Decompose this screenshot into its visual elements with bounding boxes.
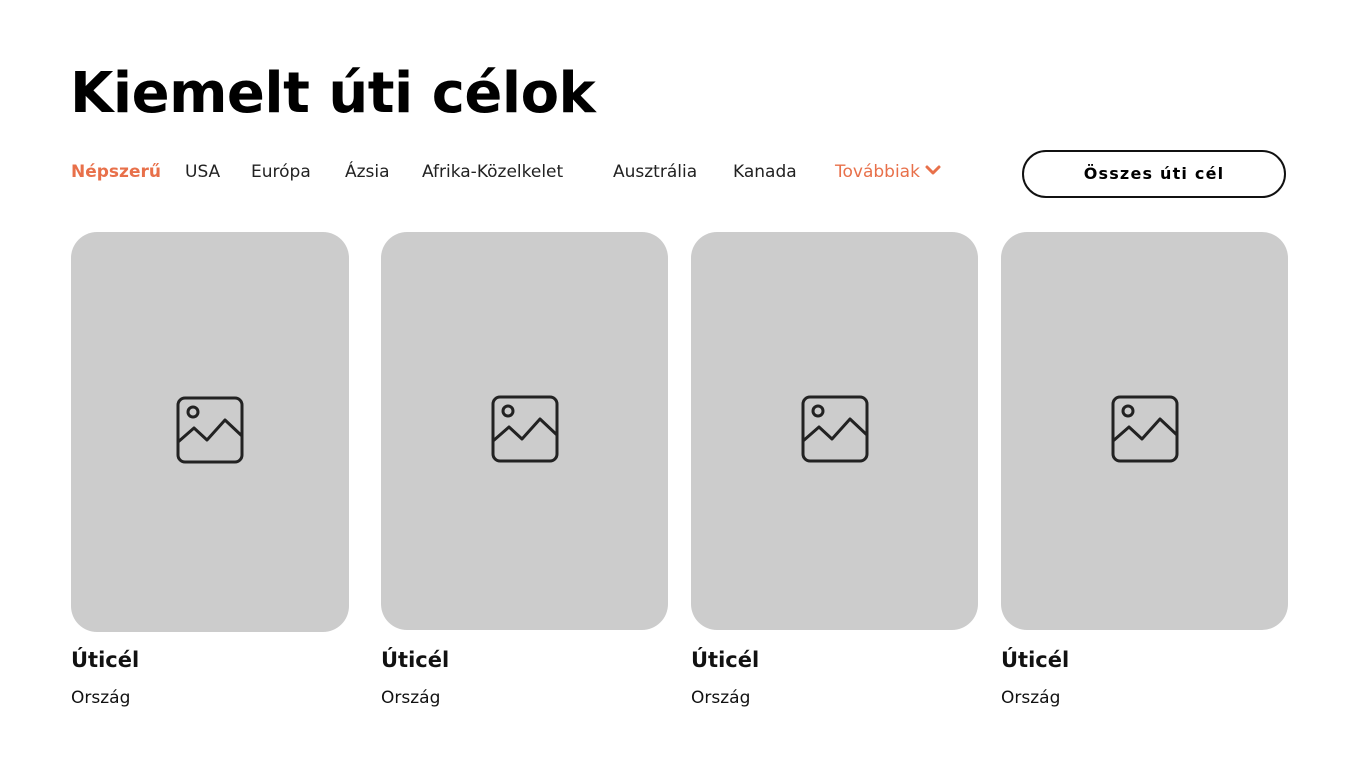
- destination-card[interactable]: Úticél Ország: [381, 232, 668, 708]
- destination-tabs: Népszerű USA Európa Ázsia Afrika-Közelke…: [71, 160, 971, 186]
- card-country: Ország: [691, 688, 751, 708]
- card-country: Ország: [71, 688, 131, 708]
- card-title: Úticél: [1001, 648, 1070, 672]
- tab-usa[interactable]: USA: [185, 160, 220, 184]
- tab-more-dropdown[interactable]: Továbbiak: [835, 160, 941, 184]
- tab-more-label: Továbbiak: [835, 162, 920, 182]
- page-title: Kiemelt úti célok: [70, 61, 596, 126]
- card-country: Ország: [1001, 688, 1061, 708]
- image-placeholder-icon: [176, 396, 244, 469]
- tab-australia[interactable]: Ausztrália: [613, 160, 697, 184]
- featured-destinations-section: Kiemelt úti célok Népszerű USA Európa Áz…: [0, 0, 1366, 768]
- card-title: Úticél: [71, 648, 140, 672]
- tab-popular[interactable]: Népszerű: [71, 160, 161, 184]
- image-placeholder-icon: [801, 395, 869, 468]
- destination-card[interactable]: Úticél Ország: [1001, 232, 1288, 708]
- destination-card[interactable]: Úticél Ország: [691, 232, 978, 708]
- card-title: Úticél: [381, 648, 450, 672]
- card-image-placeholder: [1001, 232, 1288, 630]
- card-image-placeholder: [381, 232, 668, 630]
- card-title: Úticél: [691, 648, 760, 672]
- chevron-down-icon: [925, 159, 941, 183]
- tab-europe[interactable]: Európa: [251, 160, 311, 184]
- image-placeholder-icon: [1111, 395, 1179, 468]
- destination-card[interactable]: Úticél Ország: [71, 232, 349, 708]
- tab-africa-middle-east[interactable]: Afrika-Közelkelet: [422, 160, 563, 184]
- card-country: Ország: [381, 688, 441, 708]
- card-image-placeholder: [71, 232, 349, 632]
- tab-canada[interactable]: Kanada: [733, 160, 797, 184]
- tab-asia[interactable]: Ázsia: [345, 160, 390, 184]
- all-destinations-button[interactable]: Összes úti cél: [1022, 150, 1286, 198]
- image-placeholder-icon: [491, 395, 559, 468]
- card-image-placeholder: [691, 232, 978, 630]
